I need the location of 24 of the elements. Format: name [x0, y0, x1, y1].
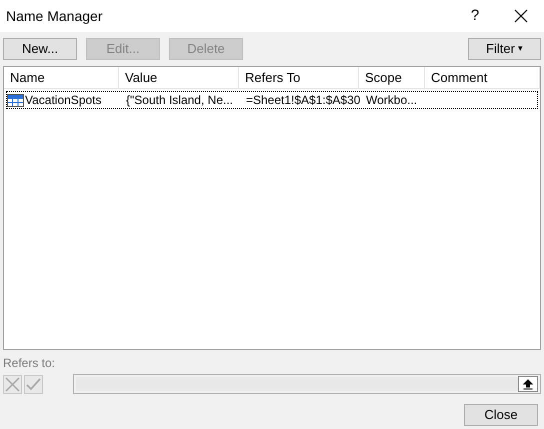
cancel-edit-button[interactable]	[3, 374, 22, 394]
refers-to-label: Refers to:	[3, 355, 56, 372]
help-button[interactable]: ?	[452, 0, 498, 32]
confirm-edit-button[interactable]	[24, 374, 43, 394]
column-header[interactable]: Value	[119, 67, 239, 88]
close-button[interactable]: Close	[464, 404, 538, 426]
dialog-button[interactable]: New...	[3, 38, 77, 60]
column-header[interactable]: Comment	[425, 67, 540, 88]
check-icon	[26, 378, 41, 390]
table-cell-text: VacationSpots	[25, 92, 102, 109]
refers-to-field[interactable]	[73, 374, 541, 394]
x-icon	[5, 376, 20, 392]
table-cell-text: =Sheet1!$A$1:$A$30	[246, 92, 360, 109]
column-header[interactable]: Scope	[359, 67, 425, 88]
filter-button[interactable]: Filter ▾	[468, 38, 541, 60]
window-title: Name Manager	[6, 6, 104, 26]
upload-arrow-icon	[523, 378, 533, 390]
column-header[interactable]: Refers To	[239, 67, 359, 88]
table-row[interactable]: VacationSpots {"South Island, Ne... =Sheet1!$A$1:$A$30 Workbo...	[6, 91, 538, 109]
column-header[interactable]: Name	[4, 67, 119, 88]
collapse-button[interactable]	[518, 376, 538, 392]
table-cell-text: Workbo...	[366, 92, 418, 109]
table-icon	[7, 94, 24, 106]
table-cell-text: {"South Island, Ne...	[126, 92, 233, 109]
